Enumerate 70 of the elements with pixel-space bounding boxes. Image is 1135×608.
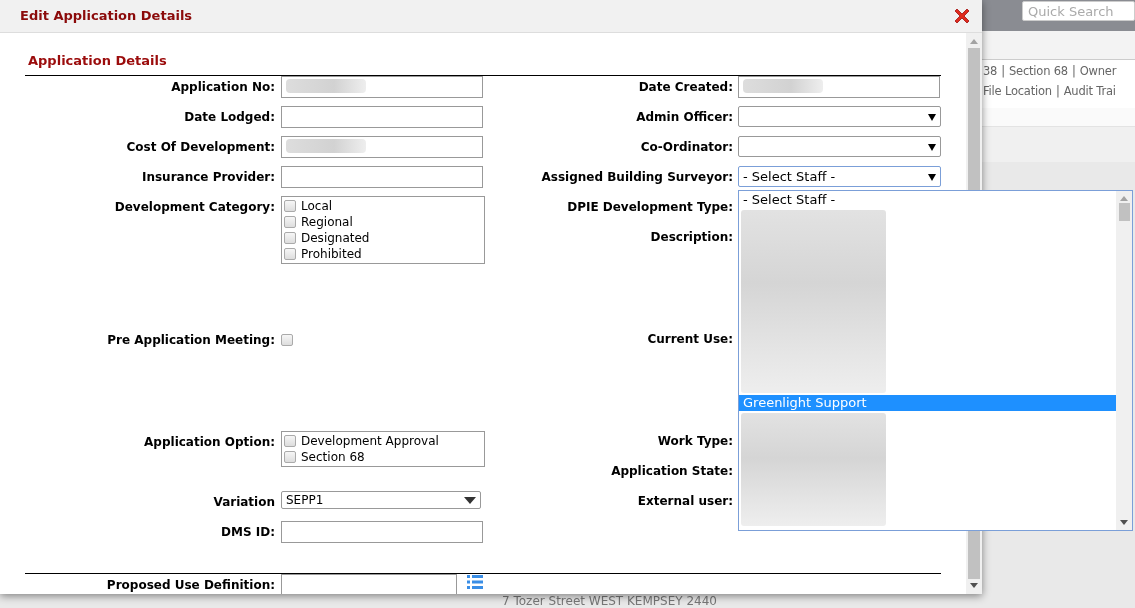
dropdown-list[interactable]: - Select Staff - Greenlight Support <box>738 190 1133 531</box>
dropdown-field[interactable] <box>738 106 941 127</box>
link-separator: | <box>1001 64 1005 78</box>
dropdown-field[interactable] <box>738 136 941 157</box>
checkbox[interactable] <box>284 232 296 244</box>
text-field[interactable] <box>281 166 483 188</box>
field-label: Proposed Use Definition: <box>105 577 275 594</box>
dropdown-field[interactable]: SEPP1 <box>281 491 481 509</box>
field-label: External user: <box>636 493 733 510</box>
dropdown-arrow-icon <box>464 496 476 504</box>
dropdown-arrow-icon <box>928 172 936 181</box>
link-separator: | <box>1071 64 1076 78</box>
field-label: Development Category: <box>113 199 275 216</box>
scroll-down-icon[interactable] <box>970 583 978 589</box>
dropdown-option[interactable]: - Select Staff - <box>739 192 1116 208</box>
scroll-thumb[interactable] <box>1118 203 1130 221</box>
dropdown-arrow-icon <box>928 112 936 121</box>
checkbox-label: Prohibited <box>301 246 362 262</box>
field-label: Date Lodged: <box>183 109 275 126</box>
text-field[interactable] <box>281 106 483 128</box>
address-text: 7 Tozer Street WEST KEMPSEY 2440 <box>502 595 717 608</box>
field-label: Co-Ordinator: <box>639 139 733 156</box>
field-label: DPIE Development Type: <box>566 199 733 216</box>
field-label: DMS ID: <box>220 524 275 541</box>
checkbox[interactable] <box>284 248 296 260</box>
checkbox-label: Section 68 <box>301 449 365 465</box>
field-label: Current Use: <box>646 331 733 348</box>
checkbox-label: Regional <box>301 214 353 230</box>
checkbox-label: Local <box>301 198 333 214</box>
field-label: Description: <box>649 229 733 246</box>
page-link[interactable]: 38 <box>983 64 998 78</box>
field-label: Application State: <box>610 463 733 480</box>
scrollbar[interactable] <box>1116 191 1132 530</box>
list-icon[interactable] <box>467 575 483 589</box>
checkbox-label: Development Approval <box>301 433 439 449</box>
text-field[interactable] <box>281 521 483 543</box>
dropdown-arrow-icon <box>928 142 936 151</box>
field-label: Application No: <box>170 79 275 96</box>
page-link[interactable]: Section 68 <box>1008 64 1068 78</box>
dialog-title: Edit Application Details <box>20 7 193 26</box>
checkbox[interactable] <box>284 435 296 447</box>
scroll-up-icon[interactable] <box>970 38 978 44</box>
scroll-up-icon[interactable] <box>1120 195 1128 201</box>
text-field[interactable] <box>738 76 940 98</box>
close-icon[interactable] <box>952 6 972 26</box>
page-link[interactable]: File Location <box>983 84 1052 98</box>
field-label: Cost Of Development: <box>125 139 275 156</box>
dropdown-field[interactable]: - Select Staff - <box>738 166 941 187</box>
scroll-down-icon[interactable] <box>1120 520 1128 526</box>
field-label: Insurance Provider: <box>140 169 275 186</box>
field-label: Application Option: <box>143 434 275 451</box>
field-label: Assigned Building Surveyor: <box>540 169 733 186</box>
checkbox[interactable] <box>284 451 296 463</box>
text-field[interactable] <box>281 76 483 98</box>
checkbox[interactable] <box>284 216 296 228</box>
dropdown-option[interactable]: Greenlight Support <box>739 395 1116 411</box>
text-field[interactable] <box>281 136 483 158</box>
link-separator: | <box>1055 84 1060 98</box>
field-label: Admin Officer: <box>635 109 733 126</box>
page-link[interactable]: Owner <box>1079 64 1117 78</box>
page-link[interactable]: Audit Trai <box>1063 84 1116 98</box>
field-label: Date Created: <box>637 79 733 96</box>
field-label: Variation <box>212 494 275 511</box>
section-title: Application Details <box>27 52 168 70</box>
checkbox[interactable] <box>284 200 296 212</box>
checkbox-label: Designated <box>301 230 370 246</box>
checkbox[interactable] <box>281 334 293 346</box>
field-label: Pre Application Meeting: <box>106 332 275 349</box>
quick-search-field[interactable]: Quick Search <box>1022 1 1135 21</box>
field-label: Work Type: <box>656 433 733 450</box>
